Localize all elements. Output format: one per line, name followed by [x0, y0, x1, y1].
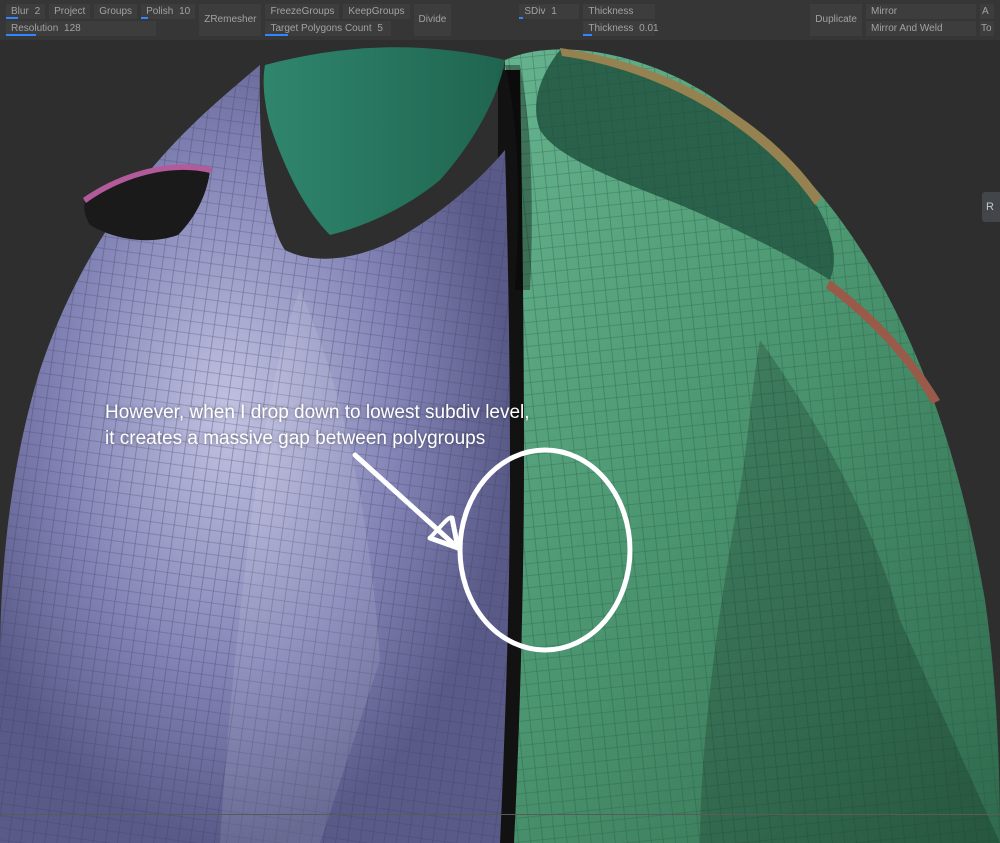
polish-slider[interactable]: Polish 10 — [141, 4, 195, 19]
viewport-3d[interactable]: However, when I drop down to lowest subd… — [0, 40, 1000, 843]
target-polygons-slider[interactable]: Target Polygons Count 5 — [265, 21, 391, 36]
sdiv-value: 1 — [551, 6, 557, 17]
resolution-value: 128 — [64, 23, 81, 34]
keepgroups-button[interactable]: KeepGroups — [343, 4, 409, 19]
zremesher-button[interactable]: ZRemesher — [199, 4, 261, 36]
thickness-value: 0.01 — [639, 23, 658, 34]
groups-button[interactable]: Groups — [94, 4, 137, 19]
thickness-slabel: Thickness — [588, 23, 633, 34]
top-toolbar: Blur 2 Project Groups Polish 10 Resoluti… — [0, 0, 1000, 40]
sdiv-label: SDiv — [524, 6, 545, 17]
project-button[interactable]: Project — [49, 4, 90, 19]
thickness-slider[interactable]: Thickness 0.01 — [583, 21, 655, 36]
mesh-render — [0, 40, 1000, 843]
resolution-slider[interactable]: Resolution 128 — [6, 21, 156, 36]
axis-a-button[interactable]: A — [980, 4, 994, 19]
tool-group-zremesher: ZRemesher — [199, 4, 261, 36]
tool-group-mirror: Mirror Mirror And Weld — [866, 4, 976, 36]
blur-slider[interactable]: Blur 2 — [6, 4, 45, 19]
axis-to-button[interactable]: To — [980, 21, 994, 36]
bottom-divider — [0, 814, 1000, 815]
right-side-button[interactable]: R — [982, 192, 1000, 222]
target-value: 5 — [377, 23, 383, 34]
freezegroups-button[interactable]: FreezeGroups — [265, 4, 339, 19]
right-side-button-label: R — [986, 201, 994, 213]
divide-button[interactable]: Divide — [414, 4, 452, 36]
thickness-label-button[interactable]: Thickness — [583, 4, 655, 19]
tool-group-thickness: Thickness Thickness 0.01 — [583, 4, 655, 36]
tool-group-duplicate: Duplicate — [810, 4, 862, 36]
tool-group-deform: Blur 2 Project Groups Polish 10 Resoluti… — [6, 4, 195, 36]
polish-value: 10 — [179, 6, 190, 17]
mirror-button[interactable]: Mirror — [866, 4, 976, 19]
blur-value: 2 — [35, 6, 41, 17]
target-label: Target Polygons Count — [270, 23, 371, 34]
tool-group-axis: A To — [980, 4, 994, 36]
polish-label: Polish — [146, 6, 173, 17]
duplicate-button[interactable]: Duplicate — [810, 4, 862, 36]
blur-label: Blur — [11, 6, 29, 17]
tool-group-sdiv: SDiv 1 — [519, 4, 579, 19]
mirror-and-weld-button[interactable]: Mirror And Weld — [866, 21, 976, 36]
resolution-label: Resolution — [11, 23, 58, 34]
tool-group-remesh-opts: FreezeGroups KeepGroups Target Polygons … — [265, 4, 409, 36]
tool-group-divide: Divide — [414, 4, 452, 36]
sdiv-slider[interactable]: SDiv 1 — [519, 4, 579, 19]
